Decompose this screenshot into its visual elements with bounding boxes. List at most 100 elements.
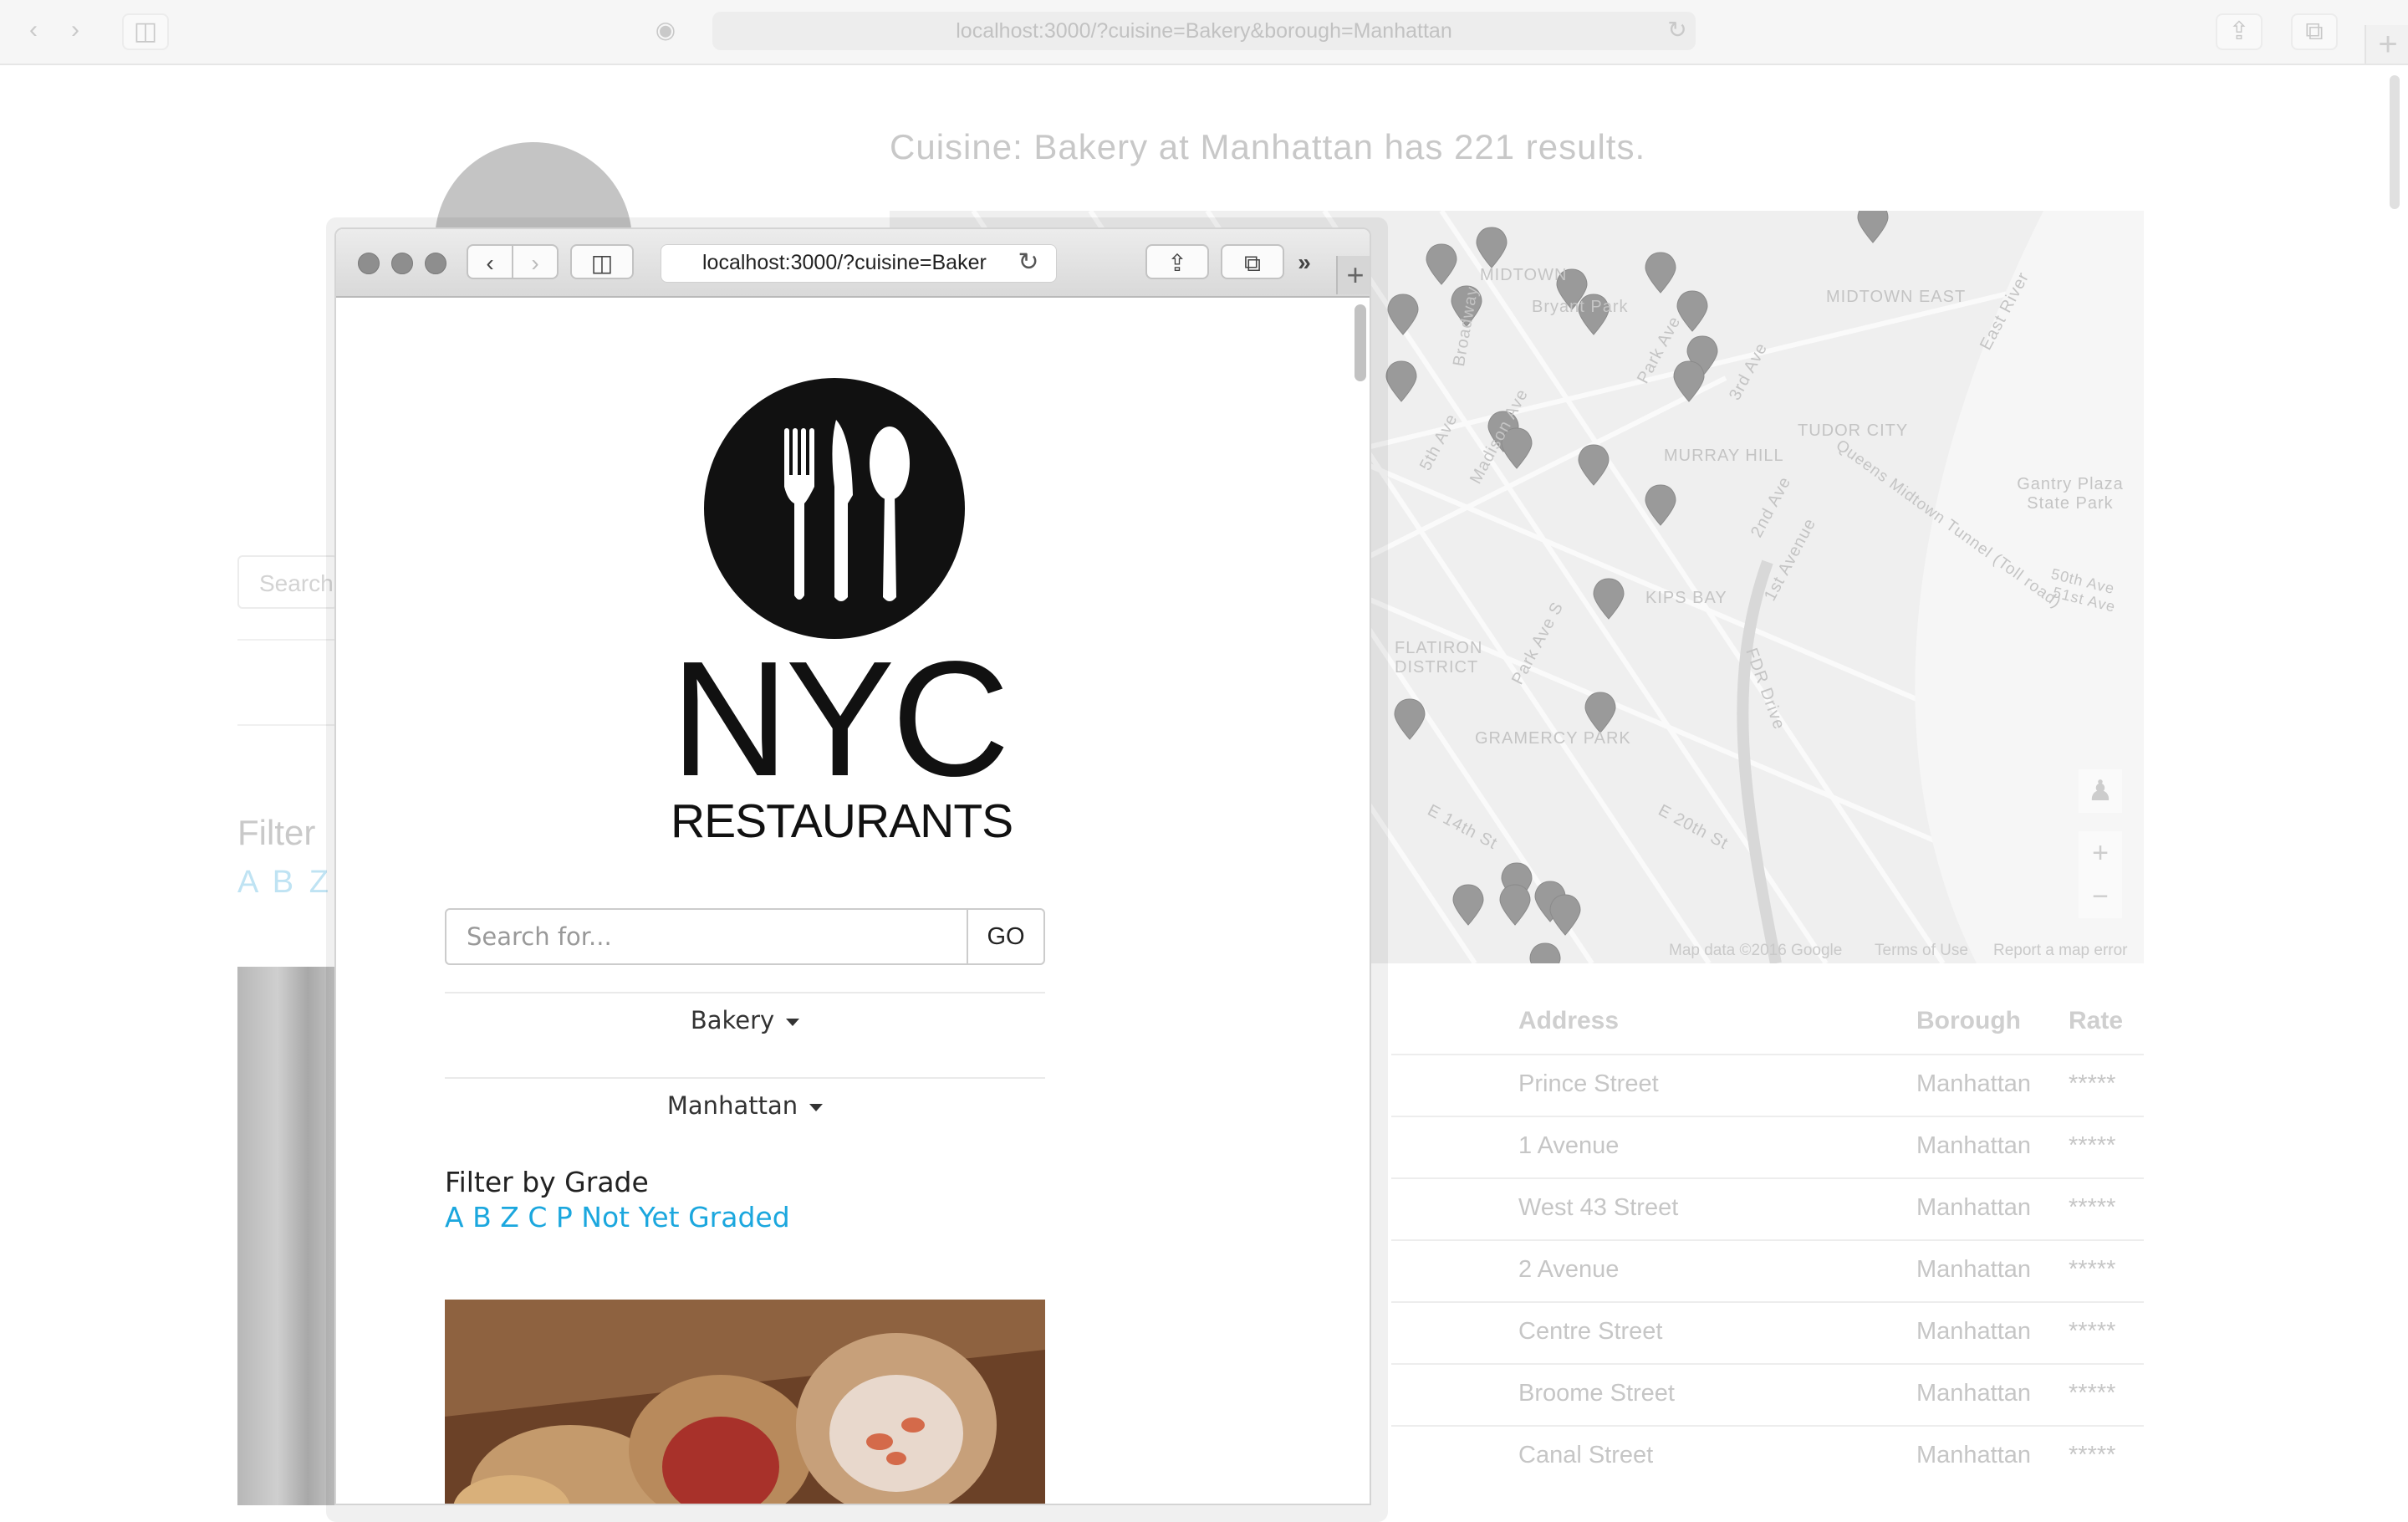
rate-cell: ***** — [2069, 1256, 2116, 1283]
scrollbar[interactable] — [1354, 304, 1366, 381]
map-label: MIDTOWN — [1480, 266, 1568, 284]
new-tab-button[interactable]: + — [2365, 25, 2408, 64]
borough-dropdown-value: Manhattan — [666, 1091, 798, 1120]
zoom-window-button[interactable] — [425, 253, 446, 274]
table-row[interactable]: 1 Avenue Manhattan ***** — [1391, 1116, 2144, 1179]
table-row[interactable]: Canal Street Manhattan ***** — [1391, 1425, 2144, 1489]
background-filter-label: Filter — [237, 813, 316, 852]
cuisine-dropdown-value: Bakery — [690, 1006, 775, 1034]
table-row[interactable]: Prince Street Manhattan ***** — [1391, 1054, 2144, 1117]
logo-title: NYC — [671, 627, 1010, 810]
sidebar-toggle-icon[interactable]: ◫ — [122, 13, 169, 50]
street-view-icon[interactable]: ♟ — [2079, 769, 2122, 813]
share-icon[interactable]: ⇪ — [1145, 244, 1209, 279]
ghostery-icon[interactable]: ◉ — [644, 13, 687, 47]
map-report-link[interactable]: Report a map error — [1993, 942, 2128, 960]
grade-link-p[interactable]: P — [556, 1201, 573, 1233]
zoom-out-button[interactable]: − — [2079, 875, 2122, 918]
reload-icon[interactable]: ↻ — [1656, 13, 1699, 47]
go-button[interactable]: GO — [967, 908, 1045, 965]
borough-cell: Manhattan — [1916, 1380, 2032, 1407]
table-row[interactable]: 2 Avenue Manhattan ***** — [1391, 1239, 2144, 1303]
results-heading: Cuisine: Bakery at Manhattan has 221 res… — [890, 127, 1646, 166]
borough-cell: Manhattan — [1916, 1256, 2032, 1283]
borough-cell: Manhattan — [1916, 1132, 2032, 1159]
borough-cell: Manhattan — [1916, 1442, 2032, 1468]
map-label: MURRAY HILL — [1664, 447, 1784, 465]
address-cell: 1 Avenue — [1518, 1132, 1620, 1159]
borough-cell: Manhattan — [1916, 1318, 2032, 1345]
sidebar-toggle-icon[interactable]: ◫ — [570, 244, 634, 279]
logo-circle — [704, 378, 965, 639]
table-row[interactable]: West 43 Street Manhattan ***** — [1391, 1177, 2144, 1241]
rate-cell: ***** — [2069, 1318, 2116, 1345]
map-terms-link[interactable]: Terms of Use — [1875, 942, 1968, 960]
borough-dropdown[interactable]: Manhattan — [445, 1077, 1045, 1132]
window-titlebar[interactable]: ‹ › ◫ localhost:3000/?cuisine=Baker ↻ ⇪ … — [336, 229, 1370, 298]
new-tab-button[interactable]: + — [1336, 256, 1370, 294]
address-cell: Canal Street — [1518, 1442, 1654, 1468]
table-header-address[interactable]: Address — [1518, 1007, 1619, 1035]
grade-link-not-yet-graded[interactable]: Not Yet Graded — [581, 1201, 789, 1233]
map-label: Bryant Park — [1532, 298, 1629, 316]
rate-cell: ***** — [2069, 1380, 2116, 1407]
address-cell: Broome Street — [1518, 1380, 1675, 1407]
zoom-in-button[interactable]: + — [2079, 831, 2122, 875]
map-label: TUDOR CITY — [1798, 421, 1909, 440]
rate-cell: ***** — [2069, 1442, 2116, 1468]
minimize-window-button[interactable] — [391, 253, 413, 274]
borough-cell: Manhattan — [1916, 1070, 2032, 1097]
map-label: GRAMERCY PARK — [1475, 729, 1631, 748]
caret-down-icon — [809, 1103, 824, 1111]
address-cell: Centre Street — [1518, 1318, 1663, 1345]
borough-cell: Manhattan — [1916, 1194, 2032, 1221]
grade-link-a[interactable]: A — [445, 1201, 464, 1233]
divider — [237, 639, 338, 641]
grade-link-c[interactable]: C — [528, 1201, 547, 1233]
rate-cell: ***** — [2069, 1070, 2116, 1097]
map-attribution: Map data ©2016 Google — [1669, 942, 1843, 959]
table-header-borough[interactable]: Borough — [1916, 1007, 2021, 1035]
grade-link-b[interactable]: B — [472, 1201, 492, 1233]
cutlery-icon — [784, 420, 910, 601]
address-cell: Prince Street — [1518, 1070, 1659, 1097]
forward-icon[interactable]: › — [54, 13, 97, 47]
map-label: MIDTOWN EAST — [1826, 288, 1967, 306]
tabs-icon[interactable]: ⧉ — [2291, 13, 2338, 50]
address-cell: West 43 Street — [1518, 1194, 1679, 1221]
forward-icon[interactable]: › — [512, 244, 559, 279]
table-row[interactable]: Centre Street Manhattan ***** — [1391, 1301, 2144, 1365]
table-header-rate[interactable]: Rate — [2069, 1007, 2123, 1035]
map-label: FLATIRON DISTRICT — [1395, 639, 1483, 677]
background-scrollbar[interactable] — [2390, 75, 2400, 209]
background-search-input[interactable]: Search — [237, 555, 338, 609]
divider — [237, 724, 338, 726]
grade-link-z[interactable]: Z — [500, 1201, 519, 1233]
more-icon[interactable]: » — [1286, 244, 1323, 281]
rate-cell: ***** — [2069, 1194, 2116, 1221]
caret-down-icon — [786, 1018, 800, 1026]
map-label: Gantry Plaza State Park — [2017, 475, 2124, 513]
rate-cell: ***** — [2069, 1132, 2116, 1159]
background-url-text: localhost:3000/?cuisine=Bakery&borough=M… — [956, 19, 1452, 43]
filter-by-grade-label: Filter by Grade — [445, 1166, 649, 1198]
back-icon[interactable]: ‹ — [467, 244, 513, 279]
back-icon[interactable]: ‹ — [12, 13, 55, 47]
url-text: localhost:3000/?cuisine=Baker — [702, 251, 987, 274]
table-row[interactable]: Broome Street Manhattan ***** — [1391, 1363, 2144, 1427]
grade-links: A B Z C P Not Yet Graded — [445, 1201, 790, 1233]
pastry-illustration — [445, 1300, 1045, 1504]
background-photo — [237, 967, 338, 1505]
map-label: KIPS BAY — [1645, 589, 1727, 607]
share-icon[interactable]: ⇪ — [2216, 13, 2263, 50]
reload-icon[interactable]: ↻ — [1012, 244, 1045, 281]
cuisine-dropdown[interactable]: Bakery — [445, 992, 1045, 1047]
address-cell: 2 Avenue — [1518, 1256, 1620, 1283]
close-window-button[interactable] — [358, 253, 380, 274]
bakery-photo — [445, 1300, 1045, 1504]
background-grade-links[interactable]: A B Z — [237, 865, 332, 901]
search-input[interactable]: Search for... — [445, 908, 968, 965]
foreground-browser-window: ‹ › ◫ localhost:3000/?cuisine=Baker ↻ ⇪ … — [334, 227, 1371, 1505]
background-browser-toolbar: ‹ › ◫ ◉ localhost:3000/?cuisine=Bakery&b… — [0, 0, 2408, 65]
tabs-overview-icon[interactable]: ⧉ — [1221, 244, 1284, 279]
